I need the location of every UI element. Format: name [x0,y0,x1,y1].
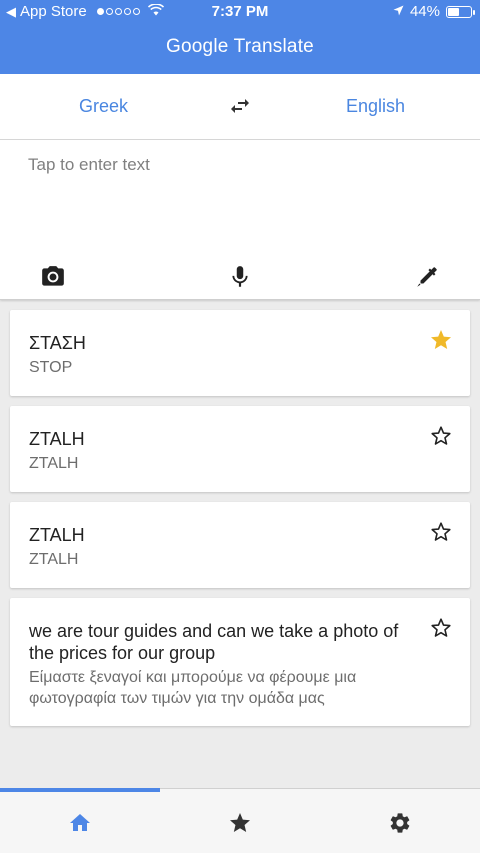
app-header: ◀ App Store 7:37 PM 44% Google Translate [0,0,480,74]
swap-languages-icon[interactable] [228,94,252,118]
location-icon [393,3,404,20]
star-outline-icon[interactable] [429,424,453,448]
history-source-text: ΖΤΑLΗ [29,429,85,449]
history-source-text: ΣΤΑΣΗ [29,333,86,353]
microphone-icon[interactable] [227,264,253,290]
history-card[interactable]: ΣΤΑΣΗ STOP [10,310,470,396]
gear-icon[interactable] [388,811,412,835]
text-input-area[interactable]: Tap to enter text [0,140,480,300]
status-bar: ◀ App Store 7:37 PM 44% [0,0,480,24]
history-translation-text: STOP [29,359,73,376]
active-tab-indicator [0,788,160,792]
star-outline-icon[interactable] [429,616,453,640]
history-translation-text: ZTALH [29,551,79,568]
history-source-text: we are tour guides and can we take a pho… [29,621,399,663]
bottom-navigation [0,788,480,853]
home-icon[interactable] [68,811,92,835]
app-title: Google Translate [166,36,314,57]
starred-star-icon[interactable] [429,328,453,352]
history-card[interactable]: ZTALH ZTALH [10,502,470,588]
history-translation-text: ZTALH [29,455,79,472]
star-icon[interactable] [228,811,252,835]
status-right: 44% [393,3,475,20]
target-language-button[interactable]: English [346,96,405,117]
camera-icon[interactable] [40,264,66,290]
history-source-text: ZTALH [29,525,85,545]
star-outline-icon[interactable] [429,520,453,544]
history-card[interactable]: ΖΤΑLΗ ZTALH [10,406,470,492]
history-translation-text: Είμαστε ξεναγοί και μπορούμε να φέρουμε … [29,669,357,707]
battery-percent: 44% [409,3,440,20]
handwriting-pen-icon[interactable] [414,264,440,290]
source-language-button[interactable]: Greek [79,96,128,117]
history-card[interactable]: we are tour guides and can we take a pho… [10,598,470,726]
battery-icon [446,5,475,18]
text-input-placeholder[interactable]: Tap to enter text [28,155,150,175]
language-bar: Greek English [0,74,480,140]
